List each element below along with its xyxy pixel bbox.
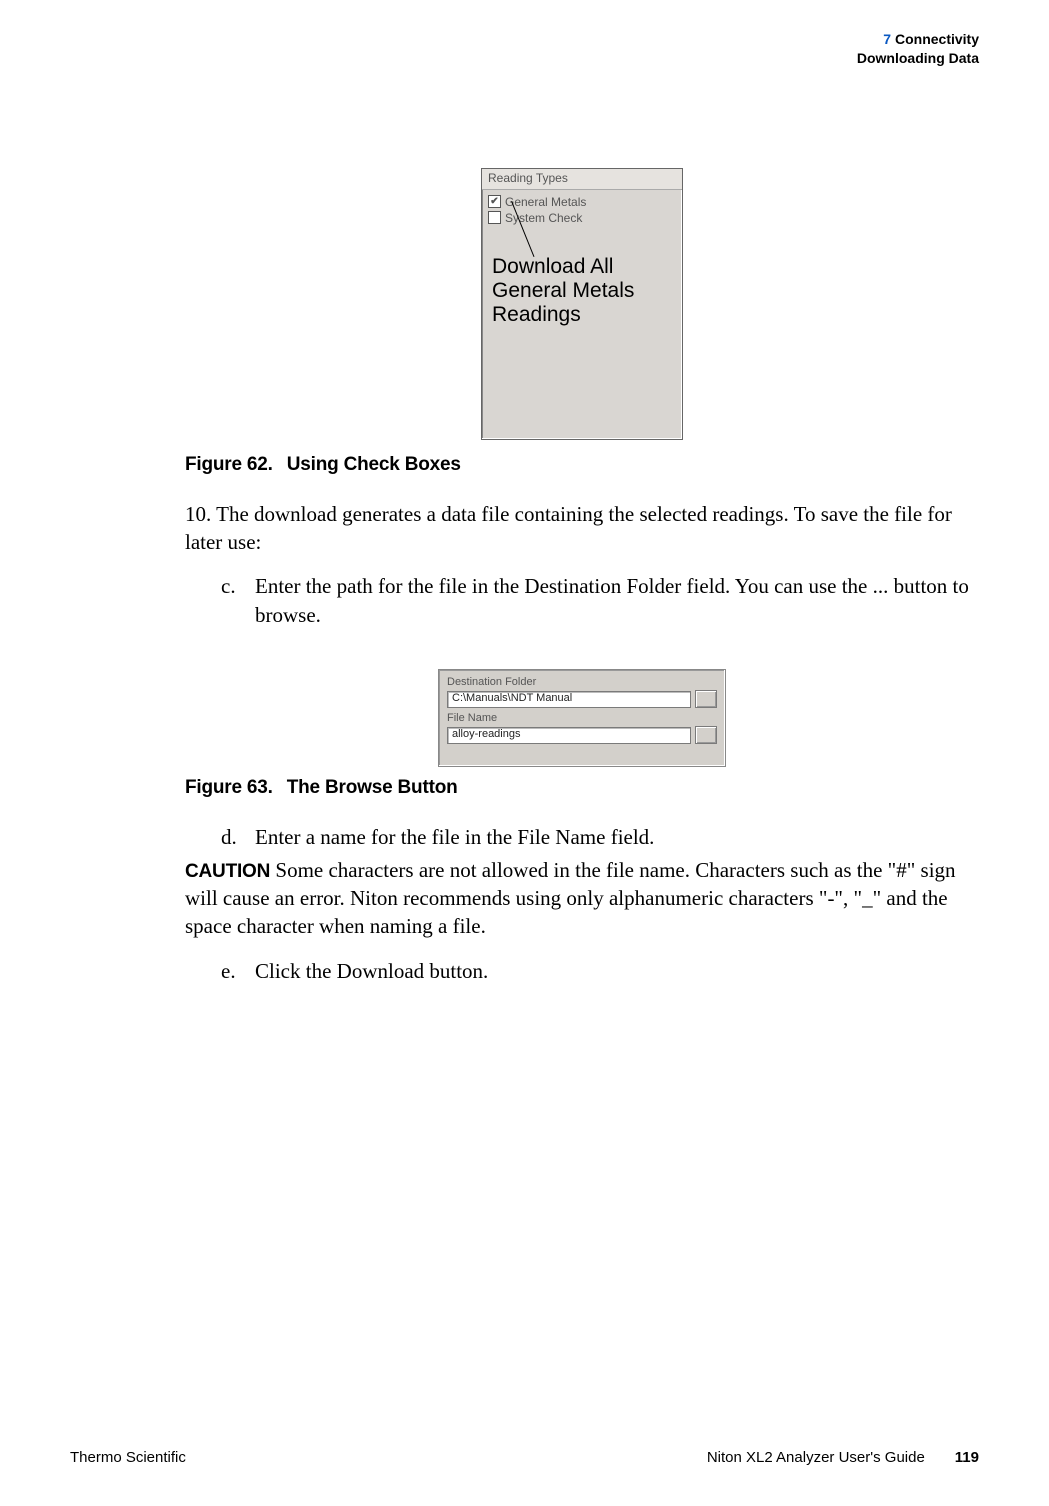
destination-folder-label: Destination Folder [447, 676, 717, 688]
figure-label: Figure 62. [185, 454, 273, 475]
substep-e: e. Click the Download button. [221, 957, 979, 985]
checkbox-checked-icon: ✔ [488, 195, 501, 208]
caution-text: Some characters are not allowed in the f… [185, 858, 956, 939]
footer-company: Thermo Scientific [70, 1449, 186, 1466]
substep-letter: e. [221, 957, 255, 985]
reading-types-header: Reading Types [482, 169, 682, 190]
browse-button-icon [695, 726, 717, 744]
file-name-input: alloy-readings [447, 727, 691, 744]
substep-text: Click the Download button. [255, 957, 488, 985]
page-header: 7Connectivity Downloading Data [70, 30, 979, 68]
destination-folder-input: C:\Manuals\NDT Manual [447, 691, 691, 708]
figure-label: Figure 63. [185, 777, 273, 798]
destination-folder-row: C:\Manuals\NDT Manual [447, 690, 717, 708]
callout-line: General Metals [492, 279, 634, 303]
callout-line: Readings [492, 303, 634, 327]
content-area: Reading Types ✔ General Metals System Ch… [185, 168, 979, 985]
chapter-number: 7 [883, 31, 891, 47]
substep-d: d. Enter a name for the file in the File… [221, 823, 979, 851]
footer-right: Niton XL2 Analyzer User's Guide 119 [707, 1449, 979, 1466]
caution-paragraph: CAUTION Some characters are not allowed … [185, 856, 979, 941]
substep-text: Enter the path for the file in the Desti… [255, 572, 979, 629]
browse-button-icon [695, 690, 717, 708]
figure-62-screenshot: Reading Types ✔ General Metals System Ch… [481, 168, 683, 440]
page: 7Connectivity Downloading Data Reading T… [0, 0, 1049, 1506]
substep-text: Enter a name for the file in the File Na… [255, 823, 654, 851]
section-title: Downloading Data [70, 49, 979, 68]
page-number: 119 [955, 1449, 979, 1466]
figure-62-caption: Figure 62. Using Check Boxes [185, 454, 979, 476]
figure-62-callout: Download All General Metals Readings [492, 255, 634, 327]
footer-guide-title: Niton XL2 Analyzer User's Guide [707, 1449, 925, 1466]
figure-63-caption: Figure 63. The Browse Button [185, 777, 979, 799]
file-name-row: alloy-readings [447, 726, 717, 744]
checkbox-unchecked-icon [488, 211, 501, 224]
figure-63-screenshot: Destination Folder C:\Manuals\NDT Manual… [438, 669, 726, 767]
callout-line: Download All [492, 255, 634, 279]
substep-letter: d. [221, 823, 255, 851]
caution-label: CAUTION [185, 861, 270, 882]
page-footer: Thermo Scientific Niton XL2 Analyzer Use… [70, 1449, 979, 1466]
figure-title: The Browse Button [287, 777, 458, 798]
figure-title: Using Check Boxes [287, 454, 461, 475]
file-name-label: File Name [447, 712, 717, 724]
list-item: ✔ General Metals [488, 194, 676, 210]
substep-c: c. Enter the path for the file in the De… [221, 572, 979, 629]
chapter-title: Connectivity [895, 31, 979, 47]
substep-letter: c. [221, 572, 255, 629]
list-item-label: General Metals [505, 195, 586, 209]
reading-types-list: ✔ General Metals System Check [482, 190, 682, 230]
paragraph-step-10: 10. The download generates a data file c… [185, 500, 979, 557]
